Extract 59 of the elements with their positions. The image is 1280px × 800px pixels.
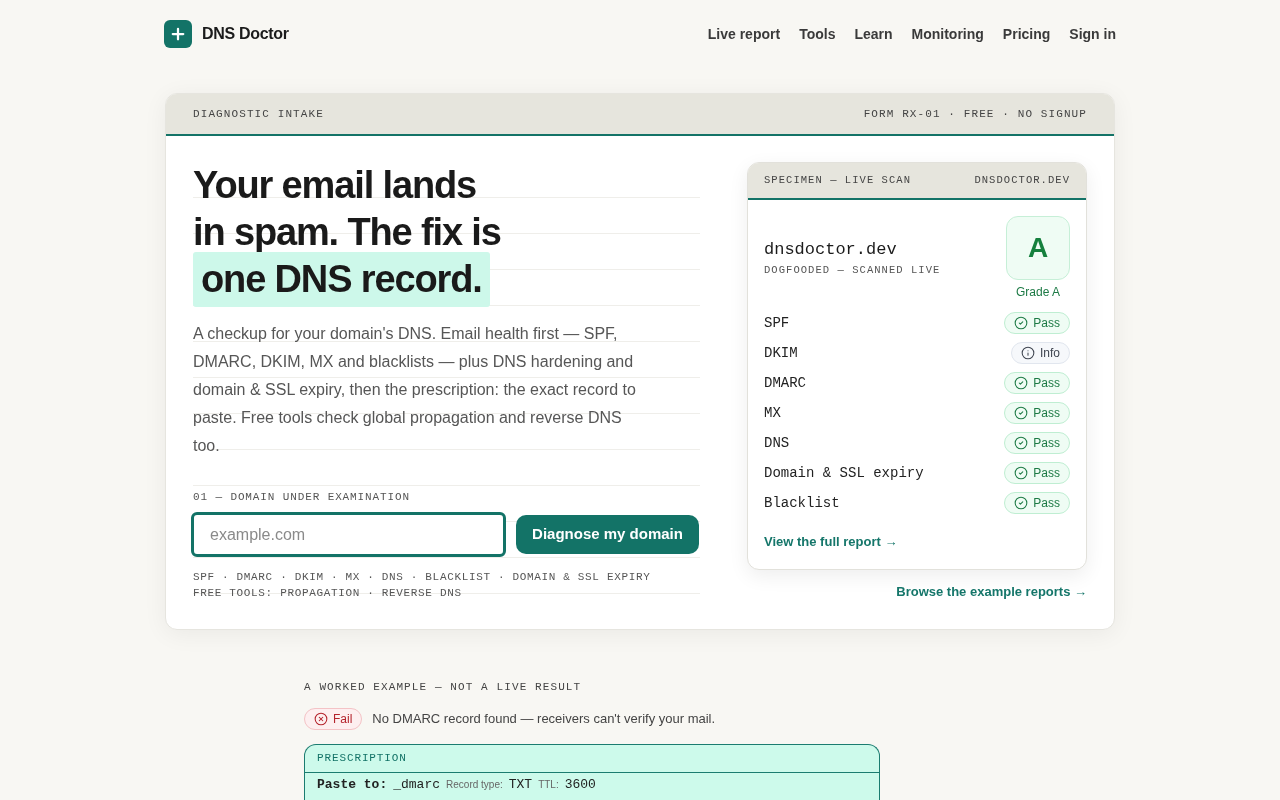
status-label: Pass <box>1033 467 1060 479</box>
check-circle-icon <box>1014 376 1029 390</box>
status-label: Pass <box>1033 437 1060 449</box>
nav-link[interactable]: Monitoring <box>911 23 984 45</box>
check-name: DMARC <box>764 373 806 393</box>
status-label: Fail <box>333 713 353 725</box>
grade-label: Grade A <box>1016 284 1060 300</box>
field-name: Record type: <box>446 778 503 792</box>
nav-link[interactable]: Sign in <box>1069 23 1116 45</box>
field-value: _dmarc <box>393 777 441 792</box>
specimen-domain: DNSDOCTOR.DEV <box>974 172 1070 188</box>
description-text: A checkup for your domain's DNS. Email health first — SPF, DMARC, DKIM, MX and blacklists — plus DNS hardening and domain & SSL expiry, then the prescription: the exact record to paste. Free tools check global propagation and reverse DNS too. <box>193 324 637 456</box>
check-circle-icon <box>1014 466 1029 480</box>
header-meta: FORM RX-01 · FREE · NO SIGNUP <box>863 106 1087 122</box>
browse-link[interactable]: Browse the example reports → <box>896 583 1087 601</box>
check-circle-icon <box>1014 436 1029 450</box>
field-name: Paste to: <box>317 777 388 792</box>
highlighted-headline-text: one DNS record. <box>193 252 490 307</box>
info-icon <box>1021 346 1035 360</box>
check-name: SPF <box>764 313 790 333</box>
checks-list-text: SPF · DMARC · DKIM · MX · DNS · BLACKLIST · DOMAIN & SSL EXPIRY <box>193 570 651 585</box>
check-circle-icon <box>1014 406 1029 420</box>
nav-link[interactable]: Pricing <box>1002 23 1051 45</box>
status-label: Pass <box>1033 317 1060 329</box>
check-circle-icon <box>1014 316 1029 330</box>
section-label: A WORKED EXAMPLE — NOT A LIVE RESULT <box>304 680 582 694</box>
nav-link[interactable]: Tools <box>799 23 836 45</box>
check-name: Domain & SSL expiry <box>764 463 924 483</box>
field-value: TXT <box>508 777 533 792</box>
field-value: 3600 <box>564 777 596 792</box>
field-name: TTL: <box>538 778 559 792</box>
nav-link[interactable]: Learn <box>854 23 893 45</box>
headline-text: in spam. The fix is <box>193 210 501 255</box>
subtitle-text: DOGFOODED — SCANNED LIVE <box>764 263 941 277</box>
brand-name[interactable]: DNS Doctor <box>202 22 289 46</box>
result-message: No DMARC record found — receivers can't verify your mail. <box>372 710 716 729</box>
plus-logo-icon[interactable] <box>164 20 192 48</box>
check-name: MX <box>764 403 781 423</box>
headline-text: Your email lands <box>193 163 477 208</box>
header-title: DIAGNOSTIC INTAKE <box>193 106 324 122</box>
report-link[interactable]: View the full report → <box>764 533 898 551</box>
check-name: Blacklist <box>764 493 840 513</box>
field-label: 01 — DOMAIN UNDER EXAMINATION <box>193 490 410 505</box>
diagnose-button[interactable]: Diagnose my domain <box>516 515 699 554</box>
x-circle-icon <box>314 712 328 726</box>
status-label: Pass <box>1033 407 1060 419</box>
nav-link[interactable]: Live report <box>707 23 781 45</box>
free-tools-text: FREE TOOLS: PROPAGATION · REVERSE DNS <box>193 586 462 601</box>
check-name: DKIM <box>764 343 798 363</box>
domain-input[interactable]: example.com <box>191 512 506 557</box>
check-circle-icon <box>1014 496 1029 510</box>
domain-text: dnsdoctor.dev <box>764 239 897 261</box>
status-label: Info <box>1040 347 1060 359</box>
status-label: Pass <box>1033 497 1060 509</box>
grade-badge: A <box>1006 216 1070 280</box>
status-label: Pass <box>1033 377 1060 389</box>
prescription-title: PRESCRIPTION <box>317 751 407 767</box>
check-name: DNS <box>764 433 790 453</box>
specimen-title: SPECIMEN — LIVE SCAN <box>764 172 912 188</box>
